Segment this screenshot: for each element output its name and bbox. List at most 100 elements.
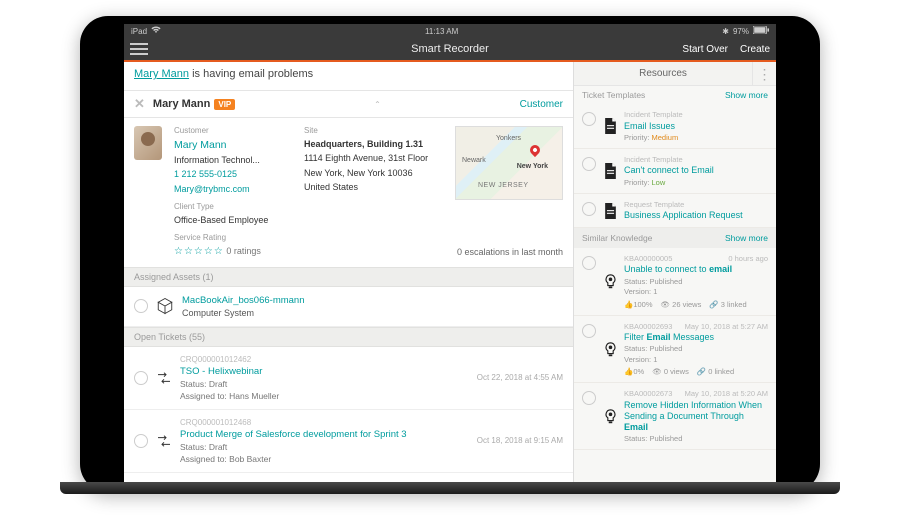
wifi-icon [151,26,161,36]
kb-date: May 10, 2018 at 5:27 AM [685,322,768,331]
knowledge-row[interactable]: KBA00002693 May 10, 2018 at 5:27 AM Filt… [574,316,776,384]
navbar-title: Smart Recorder [124,43,776,55]
radio-icon[interactable] [134,434,148,448]
eye-icon: 👁 [661,300,671,309]
template-priority: Priority: Low [624,178,768,187]
radio-icon[interactable] [582,202,596,216]
stars-icon: ☆☆☆☆☆ [174,246,224,257]
ticket-row[interactable]: CRQ000001012462 TSO - Helixwebinar Statu… [124,347,573,410]
person-phone[interactable]: 1 212 555-0125 [174,169,292,180]
radio-icon[interactable] [582,256,596,270]
template-title[interactable]: Business Application Request [624,210,768,221]
kb-stats: 👍100% 👁 26 views 🔗 3 linked [624,300,768,309]
show-more-link[interactable]: Show more [725,90,768,100]
escalations-text: 0 escalations in last month [457,247,563,258]
cube-icon [156,297,174,315]
template-row[interactable]: Incident Template Email Issues Priority:… [574,104,776,149]
tablet-stand [60,482,840,494]
knowledge-group-head: Similar Knowledge Show more [574,228,776,248]
knowledge-row[interactable]: KBA00002673 May 10, 2018 at 5:20 AM Remo… [574,383,776,449]
template-row[interactable]: Request Template Business Application Re… [574,194,776,228]
kb-title[interactable]: Filter Email Messages [624,332,768,343]
person-card-body: Customer Mary Mann Information Technol..… [124,118,573,267]
card-name: Mary Mann [153,98,210,110]
kb-version: Version: 1 [624,287,768,296]
card-role: Customer [520,99,563,110]
clock: 11:13 AM [425,27,458,36]
map-pin-icon [528,143,542,157]
kb-version: Version: 1 [624,355,768,364]
tickets-header: Open Tickets (55) [124,327,573,347]
person-name-link[interactable]: Mary Mann [174,139,292,152]
radio-icon[interactable] [134,299,148,313]
asset-name[interactable]: MacBookAir_bos066-mmann [182,295,305,306]
ticket-id: CRQ000001012468 [180,418,407,427]
template-title[interactable]: Can't connect to Email [624,165,768,176]
tablet-frame: iPad 11:13 AM ✱ 97% Smart Recorder Start… [80,16,820,492]
map[interactable]: New York Newark Yonkers NEW JERSEY [455,126,563,200]
eye-icon: 👁 [652,367,662,376]
ticket-title[interactable]: Product Merge of Salesforce development … [180,429,407,440]
ticket-date: Oct 22, 2018 at 4:55 AM [477,373,563,382]
asset-type: Computer System [182,308,305,318]
template-cat: Request Template [624,200,768,209]
content: Mary Mann is having email problems ✕ Mar… [124,62,776,484]
kb-stats: 👍0% 👁 0 views 🔗 0 linked [624,367,768,376]
kb-title[interactable]: Remove Hidden Information When Sending a… [624,400,768,432]
site-addr3: United States [304,182,434,193]
left-column: Mary Mann is having email problems ✕ Mar… [124,62,574,484]
map-city-yonkers: Yonkers [496,135,521,144]
person-org: Information Technol... [174,155,292,166]
thumb-up-icon: 👍 [624,367,633,376]
assets-header: Assigned Assets (1) [124,267,573,287]
kb-id: KBA00000005 [624,254,672,263]
radio-icon[interactable] [582,324,596,338]
lightbulb-icon [602,255,618,309]
screen: iPad 11:13 AM ✱ 97% Smart Recorder Start… [124,24,776,484]
template-row[interactable]: Incident Template Can't connect to Email… [574,149,776,194]
kb-date: May 10, 2018 at 5:20 AM [685,389,768,398]
customer-label: Customer [174,126,292,136]
lightbulb-icon [602,390,618,442]
change-icon [156,433,172,449]
kb-status: Status: Published [624,434,768,443]
ticket-title[interactable]: TSO - Helixwebinar [180,366,279,377]
document-icon [602,156,618,187]
knowledge-row[interactable]: KBA00000005 0 hours ago Unable to connec… [574,248,776,316]
ticket-status: Status: Draft [180,379,279,389]
radio-icon[interactable] [582,391,596,405]
person-card-header: ✕ Mary Mann VIP ⌃ Customer [124,90,573,118]
kb-id: KBA00002673 [624,389,672,398]
template-priority: Priority: Medium [624,133,768,142]
avatar [134,126,162,160]
site-label: Site [304,126,434,136]
query-person[interactable]: Mary Mann [134,68,189,80]
ticket-date: Oct 18, 2018 at 9:15 AM [477,436,563,445]
vip-badge: VIP [214,99,235,110]
asset-row[interactable]: MacBookAir_bos066-mmann Computer System [124,287,573,327]
kb-status: Status: Published [624,344,768,353]
map-city-newark: Newark [462,157,486,166]
resources-title: Resources [574,68,752,79]
kb-title[interactable]: Unable to connect to email [624,264,768,275]
document-icon [602,201,618,221]
radio-icon[interactable] [134,371,148,385]
close-icon[interactable]: ✕ [134,96,145,112]
site-addr2: New York, New York 10036 [304,168,434,179]
ratings-count: 0 ratings [226,246,261,256]
query-text[interactable]: Mary Mann is having email problems [124,62,573,90]
chevron-up-icon[interactable]: ⌃ [374,100,381,109]
ticket-row[interactable]: CRQ000001012468 Product Merge of Salesfo… [124,410,573,473]
kebab-icon[interactable]: ⋮ [752,62,776,85]
lightbulb-icon [602,323,618,377]
ticket-status: Status: Draft [180,442,407,452]
resources-header: Resources ⋮ [574,62,776,86]
template-title[interactable]: Email Issues [624,121,768,132]
link-icon: 🔗 [709,300,718,309]
map-city-ny: New York [517,163,548,172]
person-email[interactable]: Mary@trybmc.com [174,184,292,195]
radio-icon[interactable] [582,112,596,126]
right-column: Resources ⋮ Ticket Templates Show more I… [574,62,776,484]
show-more-link[interactable]: Show more [725,233,768,243]
radio-icon[interactable] [582,157,596,171]
